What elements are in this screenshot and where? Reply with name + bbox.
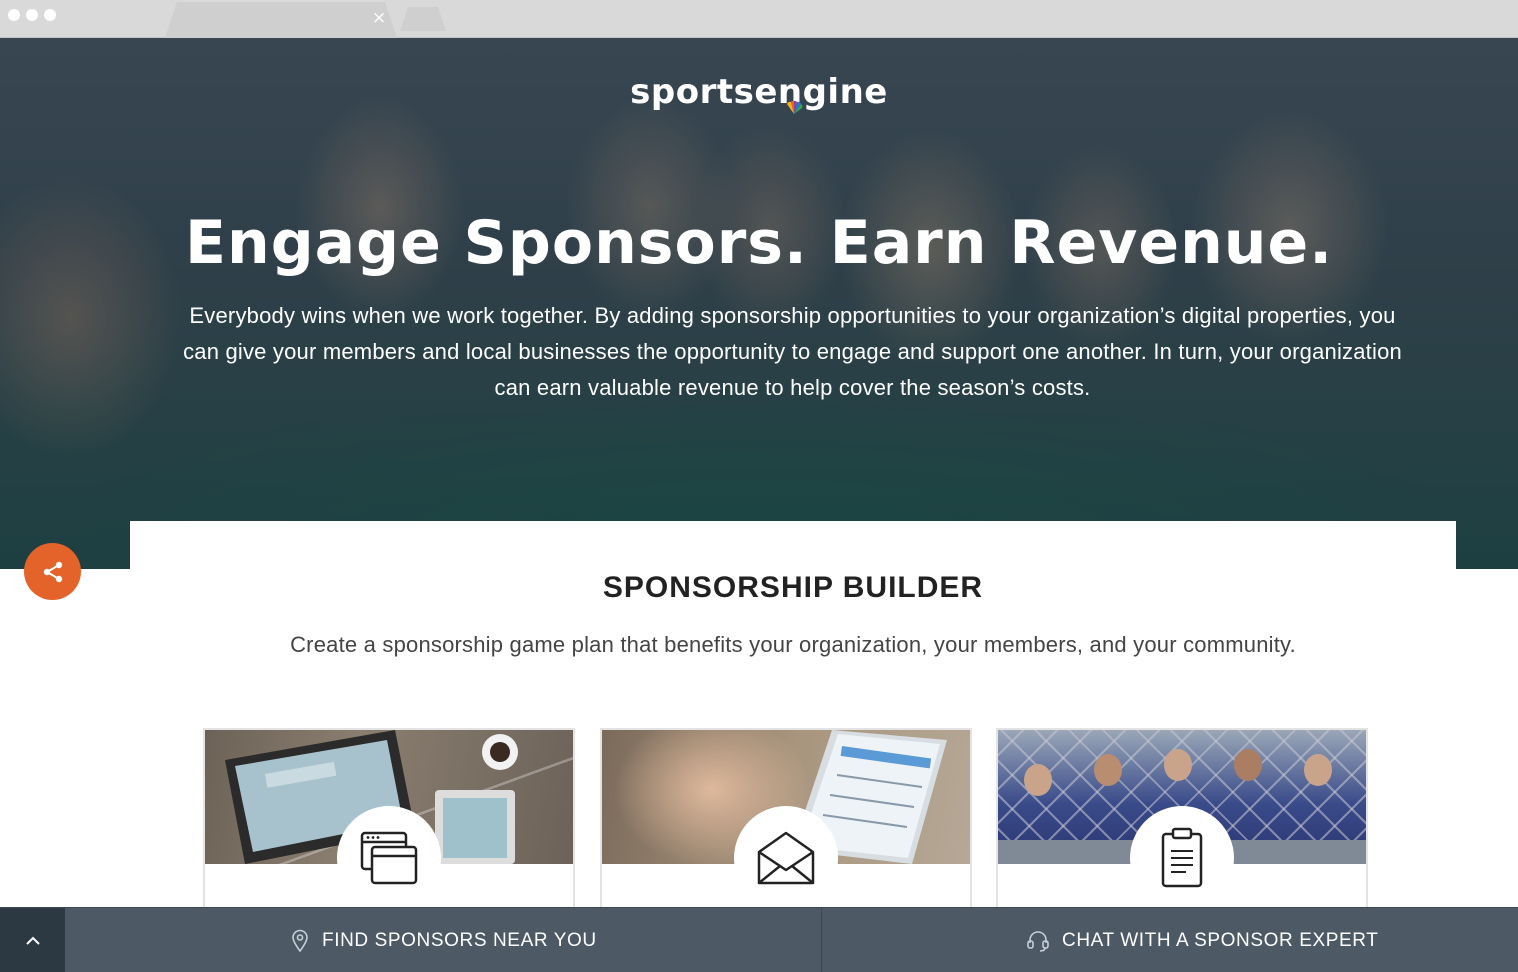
- card-icon-holder: [337, 806, 441, 910]
- clipboard-icon: [1161, 827, 1203, 888]
- bottom-action-bar: FIND SPONSORS NEAR YOU CHAT WITH A SPONS…: [0, 907, 1518, 972]
- nbc-peacock-icon: [787, 100, 803, 114]
- location-pin-icon: [292, 929, 308, 952]
- browser-chrome: ×: [0, 0, 1518, 38]
- hero-description: Everybody wins when we work together. By…: [183, 303, 1402, 400]
- new-tab-button[interactable]: [400, 7, 446, 31]
- tab-close-icon[interactable]: ×: [372, 8, 386, 28]
- chat-sponsor-expert-label: CHAT WITH A SPONSOR EXPERT: [1062, 929, 1379, 951]
- minimize-window-dot[interactable]: [26, 9, 38, 21]
- hero-title: Engage Sponsors. Earn Revenue.: [185, 208, 1333, 278]
- close-window-dot[interactable]: [8, 9, 20, 21]
- find-sponsors-button[interactable]: FIND SPONSORS NEAR YOU: [290, 908, 597, 972]
- sponsorship-builder-section: SPONSORSHIP BUILDER Create a sponsorship…: [130, 521, 1456, 928]
- bottom-bar-divider: [821, 908, 822, 972]
- logo-text: sportsengine: [630, 72, 888, 112]
- share-button[interactable]: [24, 543, 81, 600]
- scroll-to-top-button[interactable]: [0, 908, 65, 972]
- builder-card-websites[interactable]: [203, 728, 575, 928]
- builder-card-email[interactable]: [600, 728, 972, 928]
- chevron-up-icon: [25, 936, 40, 945]
- envelope-icon: [757, 831, 815, 885]
- card-icon-holder: [1130, 806, 1234, 910]
- section-subtitle: Create a sponsorship game plan that bene…: [290, 632, 1296, 657]
- card-icon-holder: [734, 806, 838, 910]
- sportsengine-logo[interactable]: sportsengine: [0, 72, 1518, 112]
- builder-card-events[interactable]: [996, 728, 1368, 928]
- browser-tab[interactable]: [165, 2, 397, 38]
- headset-icon: [1027, 930, 1049, 952]
- maximize-window-dot[interactable]: [44, 9, 56, 21]
- browser-windows-icon: [360, 831, 418, 885]
- share-icon: [43, 561, 62, 582]
- find-sponsors-label: FIND SPONSORS NEAR YOU: [322, 929, 597, 951]
- chat-sponsor-expert-button[interactable]: CHAT WITH A SPONSOR EXPERT: [1026, 908, 1379, 972]
- hero-banner: sportsengine Engage Sponsors. Earn Reven…: [0, 38, 1518, 569]
- window-controls: [8, 9, 56, 21]
- section-title: SPONSORSHIP BUILDER: [602, 571, 984, 604]
